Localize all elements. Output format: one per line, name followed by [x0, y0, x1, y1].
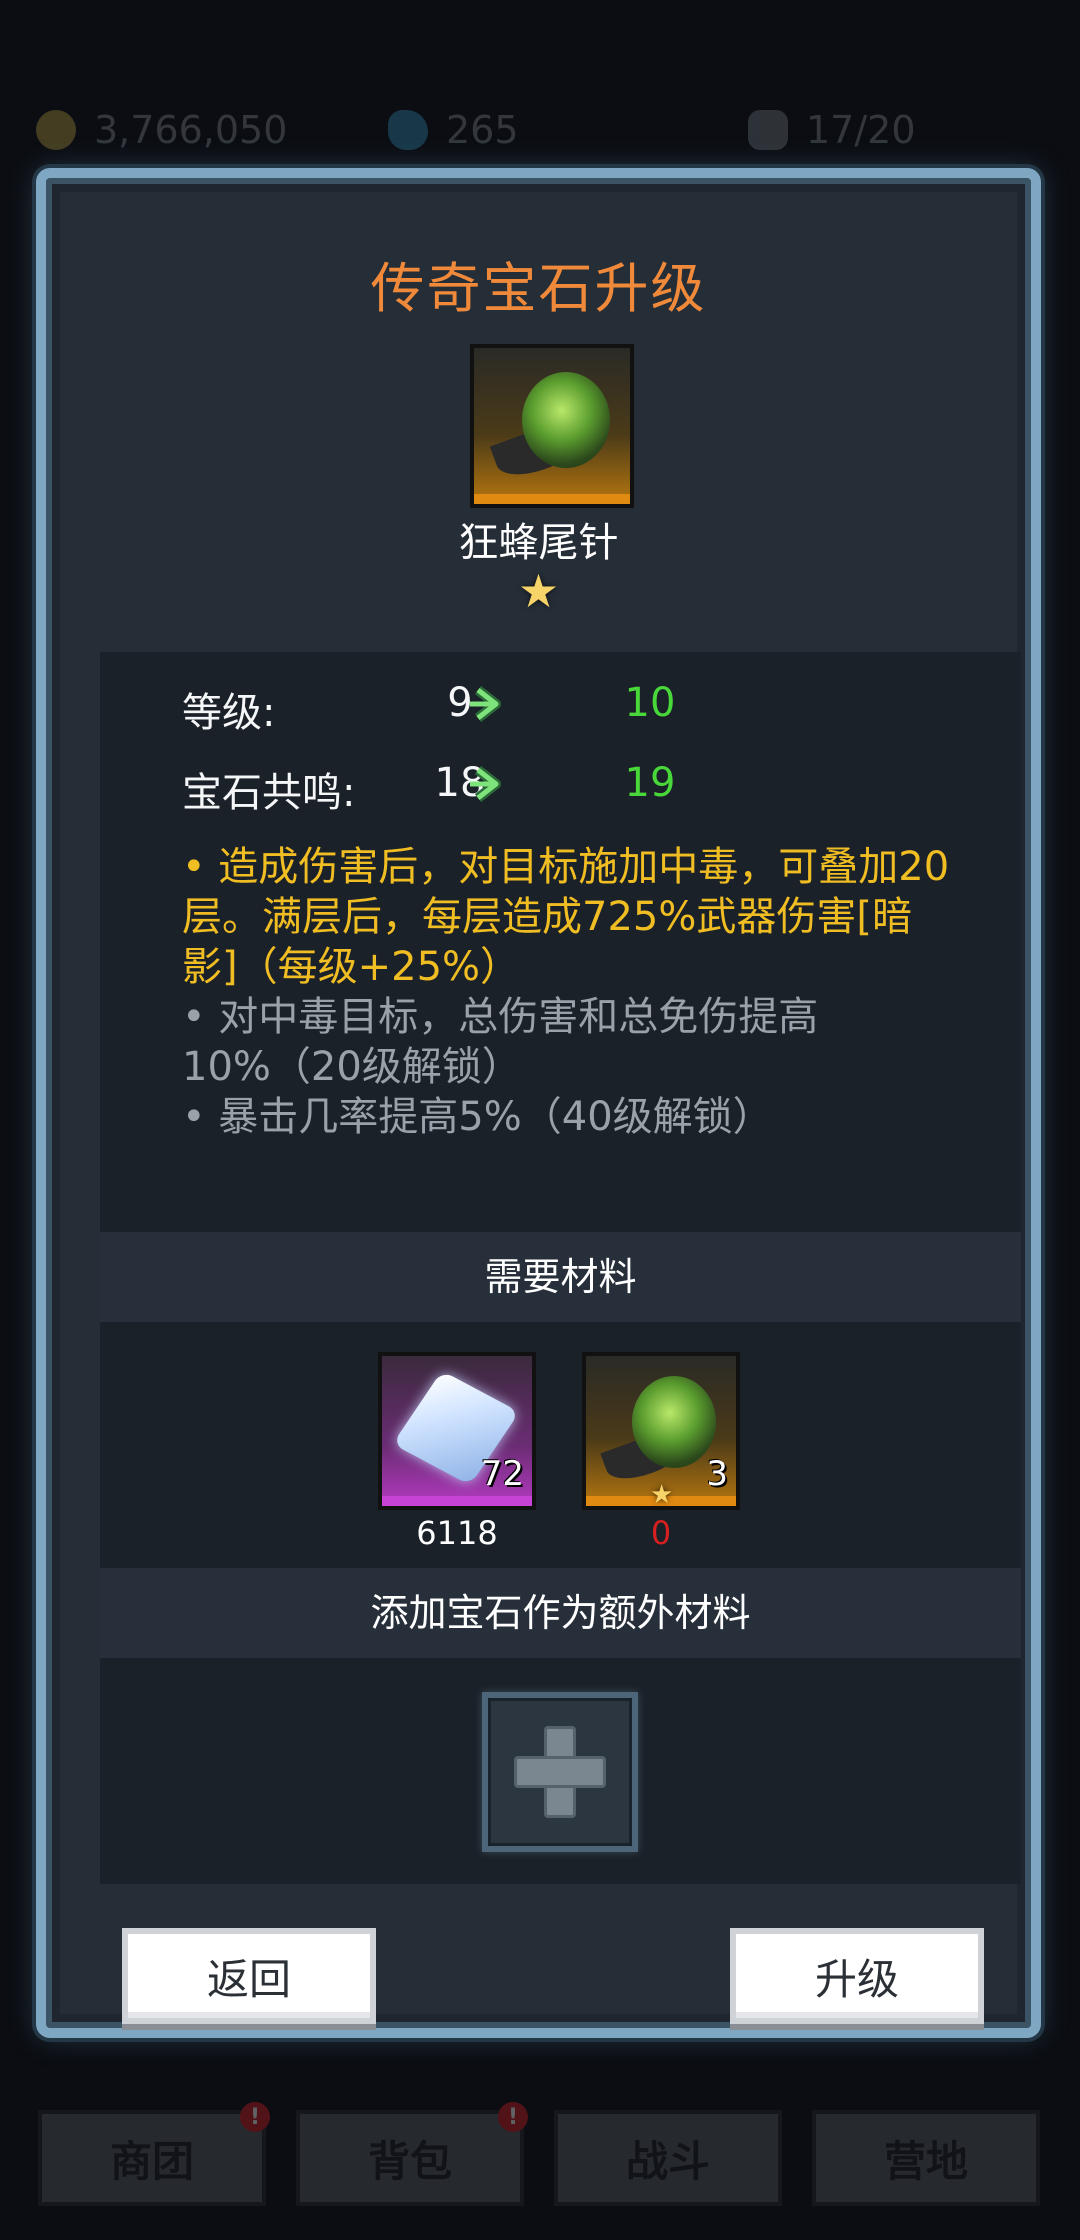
energy-resource: 17/20	[748, 108, 916, 152]
gold-amount: 3,766,050	[94, 108, 288, 152]
plus-icon-bar	[514, 1756, 606, 1788]
gem-name: 狂蜂尾针	[458, 520, 619, 566]
resonance-row: 宝石共鸣: 18 19	[100, 750, 1021, 820]
resonance-label: 宝石共鸣:	[182, 770, 356, 816]
locked-effect-1: • 对中毒目标，总伤害和总免伤提高10%（20级解锁）	[182, 994, 819, 1090]
nav-backpack[interactable]: 背包 !	[296, 2102, 528, 2206]
extra-materials-header: 添加宝石作为额外材料	[100, 1568, 1021, 1658]
notification-badge: !	[240, 2102, 270, 2132]
effect-description: • 造成伤害后，对目标施加中毒，可叠加20层。满层后，每层造成725%武器伤害[…	[182, 844, 950, 990]
gold-coin-icon	[36, 110, 76, 150]
material-owned-count: 0	[650, 1514, 672, 1552]
upgrade-button[interactable]: 升级	[730, 1928, 984, 2024]
nav-guild[interactable]: 商团 !	[38, 2102, 270, 2206]
level-row: 等级: 9 10	[100, 670, 1021, 740]
gem-resource: 265	[388, 108, 519, 152]
material-slot-gem[interactable]: 3 ★	[582, 1352, 740, 1510]
level-label: 等级:	[182, 690, 276, 736]
gem-icon	[388, 110, 428, 150]
energy-amount: 17/20	[806, 108, 916, 152]
material-required-count: 72	[480, 1454, 524, 1494]
hornet-stinger-gem-icon	[522, 372, 610, 468]
bottom-nav: 商团 ! 背包 ! 战斗 营地	[0, 2102, 1080, 2220]
nav-label: 营地	[883, 2136, 968, 2186]
gold-resource: 3,766,050	[36, 108, 287, 152]
material-star-icon: ★	[650, 1480, 674, 1510]
extra-materials-panel	[100, 1658, 1021, 1884]
nav-battle[interactable]: 战斗	[554, 2110, 782, 2206]
locked-effect-2: • 暴击几率提高5%（40级解锁）	[182, 1094, 773, 1140]
nav-label: 战斗	[625, 2136, 710, 2186]
materials-panel: 72 6118 3 ★ 0	[100, 1322, 1021, 1568]
add-gem-button[interactable]	[482, 1692, 638, 1852]
notification-badge: !	[498, 2102, 528, 2132]
resonance-next: 19	[624, 760, 676, 806]
level-next: 10	[624, 680, 676, 726]
nav-camp[interactable]: 营地	[812, 2110, 1040, 2206]
hornet-stinger-gem-icon	[632, 1376, 716, 1468]
material-slot-ice[interactable]: 72	[378, 1352, 536, 1510]
gem-item-slot[interactable]	[470, 344, 634, 508]
nav-label: 商团	[109, 2136, 194, 2186]
dialog-title: 传奇宝石升级	[370, 257, 707, 320]
gem-upgrade-dialog: 传奇宝石升级 狂蜂尾针 ★ 等级: 9 10 宝石共鸣: 18 19 • 造成伤…	[36, 168, 1041, 2038]
material-required-count: 3	[706, 1454, 728, 1494]
dialog-body: 传奇宝石升级 狂蜂尾针 ★ 等级: 9 10 宝石共鸣: 18 19 • 造成伤…	[60, 192, 1021, 2024]
stats-panel: 等级: 9 10 宝石共鸣: 18 19 • 造成伤害后，对目标施加中毒，可叠加…	[100, 652, 1021, 1232]
arrow-right-icon	[470, 766, 501, 802]
energy-icon	[748, 110, 788, 150]
nav-label: 背包	[367, 2136, 452, 2186]
back-button[interactable]: 返回	[122, 1928, 376, 2024]
gem-star-icon: ★	[517, 564, 560, 618]
resource-bar: 3,766,050 265 17/20	[0, 90, 1080, 170]
material-owned-count: 6118	[416, 1514, 498, 1552]
gem-amount: 265	[446, 108, 519, 152]
materials-header: 需要材料	[100, 1232, 1021, 1322]
arrow-right-icon	[470, 686, 501, 722]
